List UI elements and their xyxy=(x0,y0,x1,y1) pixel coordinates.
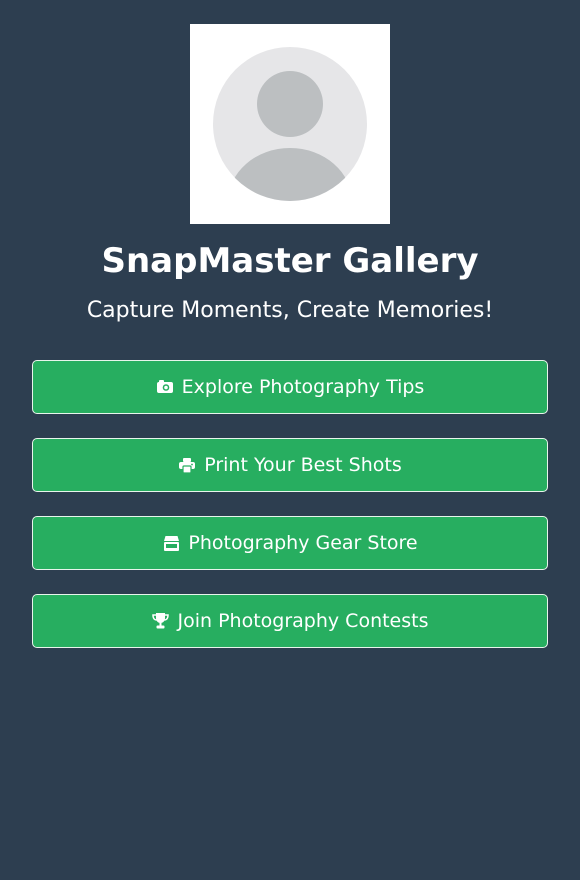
avatar-placeholder-icon xyxy=(213,47,367,201)
profile-picture xyxy=(190,24,390,224)
printer-icon xyxy=(178,456,196,474)
contests-button[interactable]: Join Photography Contests xyxy=(32,594,548,648)
link-list: Explore Photography Tips Print Your Best… xyxy=(32,360,548,672)
camera-icon xyxy=(156,378,174,396)
gear-store-button[interactable]: Photography Gear Store xyxy=(32,516,548,570)
page-title: SnapMaster Gallery xyxy=(101,241,479,281)
page-subtitle: Capture Moments, Create Memories! xyxy=(86,298,494,323)
explore-tips-label: Explore Photography Tips xyxy=(181,376,425,398)
contests-label: Join Photography Contests xyxy=(177,610,429,632)
print-shots-label: Print Your Best Shots xyxy=(204,454,402,476)
trophy-icon xyxy=(151,612,169,630)
explore-tips-button[interactable]: Explore Photography Tips xyxy=(32,360,548,414)
gear-store-label: Photography Gear Store xyxy=(188,532,418,554)
print-shots-button[interactable]: Print Your Best Shots xyxy=(32,438,548,492)
store-icon xyxy=(162,534,180,552)
